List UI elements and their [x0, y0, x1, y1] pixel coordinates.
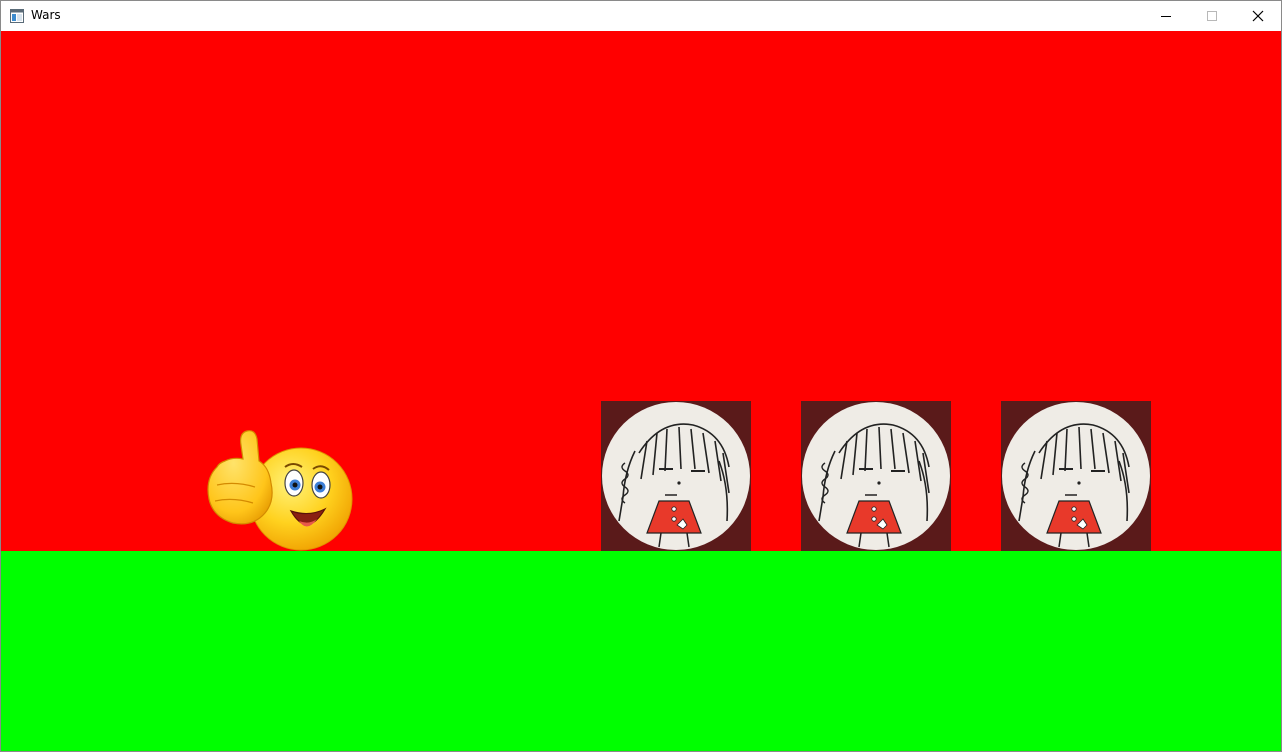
window-title: Wars — [31, 8, 61, 22]
title-bar[interactable]: Wars — [1, 1, 1281, 31]
maximize-button[interactable] — [1189, 1, 1235, 31]
thumbs-up-smiley-sprite — [207, 430, 353, 551]
close-button[interactable] — [1235, 1, 1281, 31]
close-icon — [1252, 10, 1264, 22]
sketch-girl-sprite — [601, 401, 751, 551]
game-window: Wars — [0, 0, 1282, 752]
game-scene[interactable] — [1, 31, 1281, 751]
sketch-girl-sprite — [1001, 401, 1151, 551]
window-app-icon — [10, 9, 24, 23]
ground-platform — [1, 551, 1281, 751]
minimize-button[interactable] — [1143, 1, 1189, 31]
maximize-icon — [1207, 11, 1217, 21]
sketch-girl-sprite — [801, 401, 951, 551]
minimize-icon — [1161, 16, 1171, 17]
